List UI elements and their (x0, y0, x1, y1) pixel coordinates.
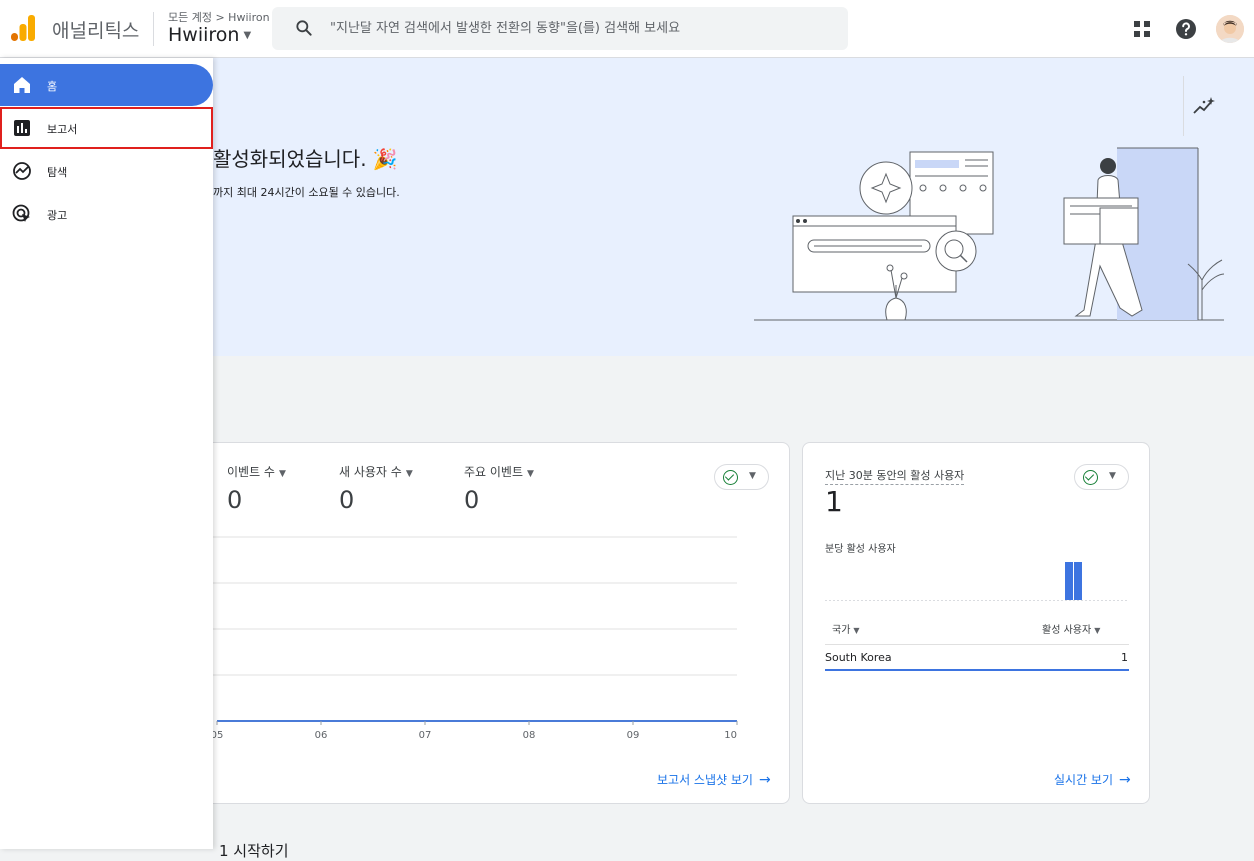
breadcrumb[interactable]: 모든 계정 > Hwiiron (168, 9, 270, 25)
chevron-down-icon: ▼ (1094, 626, 1101, 635)
account-name: Hwiiron (168, 24, 240, 46)
realtime-title[interactable]: 지난 30분 동안의 활성 사용자 (825, 467, 965, 485)
welcome-illustration (754, 147, 1225, 321)
link-label: 보고서 스냅샷 보기 (657, 773, 753, 787)
banner-title: 활성화되었습니다. 🎉 (213, 143, 398, 172)
sidebar-item-explore[interactable]: 탐색 (0, 150, 213, 192)
metric-value: 0 (464, 486, 480, 514)
insights-button[interactable] (1183, 76, 1254, 136)
home-icon (14, 77, 30, 93)
user-avatar-icon (1216, 15, 1244, 43)
sidebar-item-label: 홈 (47, 80, 58, 93)
x-tick-label: 08 (523, 730, 536, 741)
sidebar: 홈 보고서 탐색 광고 (0, 58, 213, 849)
sidebar-item-label: 광고 (47, 209, 68, 222)
chevron-down-icon: ▼ (527, 469, 534, 479)
account-selector[interactable]: Hwiiron ▼ (168, 24, 251, 46)
search-icon (296, 20, 312, 36)
x-tick-label: 10 (724, 730, 737, 741)
app-name: 애널리틱스 (52, 20, 140, 42)
metric-label: 이벤트 수 (227, 465, 275, 479)
table-divider (825, 644, 1129, 645)
search-input[interactable] (328, 7, 828, 50)
chevron-down-icon: ▼ (243, 30, 252, 41)
sidebar-item-advertising[interactable]: 광고 (0, 193, 213, 235)
chevron-down-icon: ▼ (278, 469, 286, 479)
x-tick-label: 06 (315, 730, 328, 741)
row-bar (825, 669, 1129, 671)
overview-card: 이벤트 수 ▼ 0 새 사용자 수 ▼ 0 주요 이벤트 ▼ 0 ▼ 05 06 07 08… (150, 442, 790, 804)
metric-label: 주요 이벤트 (464, 465, 524, 479)
per-minute-bar (1065, 562, 1073, 600)
chevron-down-icon: ▼ (1109, 471, 1116, 481)
link-label: 실시간 보기 (1054, 773, 1114, 787)
search-bar[interactable] (272, 7, 848, 50)
data-quality-chip[interactable]: ▼ (714, 464, 769, 490)
active-users-column-header[interactable]: 활성 사용자 ▼ (1042, 621, 1100, 636)
x-tick-label: 07 (419, 730, 432, 741)
country-column-header[interactable]: 국가 ▼ (832, 621, 860, 636)
party-emoji-icon: 🎉 (372, 147, 398, 171)
sidebar-item-reports[interactable]: 보고서 (0, 107, 213, 149)
metric-new-users[interactable]: 새 사용자 수 ▼ 0 (339, 463, 413, 514)
metric-event-count[interactable]: 이벤트 수 ▼ 0 (227, 463, 286, 514)
banner-title-text: 활성화되었습니다. (213, 147, 367, 171)
check-circle-icon (1083, 470, 1098, 485)
country-cell: South Korea (825, 651, 892, 664)
advertising-icon (12, 204, 30, 222)
chevron-down-icon: ▼ (853, 626, 860, 635)
chevron-down-icon: ▼ (405, 469, 413, 479)
x-tick-label: 09 (627, 730, 640, 741)
arrow-right-icon: → (758, 772, 771, 788)
view-realtime-link[interactable]: 실시간 보기 → (1054, 771, 1131, 788)
top-bar: 애널리틱스 모든 계정 > Hwiiron Hwiiron ▼ (0, 0, 1254, 58)
arrow-right-icon: → (1119, 772, 1131, 788)
metric-value: 0 (339, 486, 355, 514)
avatar[interactable] (1216, 15, 1244, 43)
sidebar-item-label: 보고서 (47, 123, 78, 136)
chevron-down-icon: ▼ (749, 471, 756, 481)
explore-icon (13, 162, 31, 180)
per-minute-label: 분당 활성 사용자 (825, 544, 896, 555)
metric-key-events[interactable]: 주요 이벤트 ▼ 0 (464, 463, 534, 514)
check-circle-icon (723, 470, 738, 485)
metric-value: 0 (227, 486, 243, 514)
per-minute-bar-chart (825, 562, 1129, 601)
realtime-value: 1 (825, 485, 843, 518)
apps-icon[interactable] (1130, 17, 1154, 41)
banner-subtitle: 까지 최대 24시간이 소요될 수 있습니다. (213, 186, 400, 199)
realtime-data-quality-chip[interactable]: ▼ (1074, 464, 1129, 490)
sidebar-item-home[interactable]: 홈 (0, 64, 213, 106)
view-report-snapshot-link[interactable]: 보고서 스냅샷 보기 → (657, 771, 771, 788)
analytics-logo-icon[interactable] (10, 14, 36, 42)
section-title: 1 시작하기 (219, 842, 289, 860)
overview-line-chart: 05 06 07 08 09 10 (211, 536, 738, 741)
help-icon[interactable] (1174, 17, 1198, 41)
sidebar-item-label: 탐색 (47, 166, 68, 179)
column-label: 국가 (832, 625, 851, 636)
realtime-card: 지난 30분 동안의 활성 사용자 ▼ 1 분당 활성 사용자 국가 ▼ 활성 사… (802, 442, 1150, 804)
header-divider (153, 12, 154, 46)
per-minute-bar (1074, 562, 1082, 600)
metric-label: 새 사용자 수 (339, 465, 402, 479)
column-label: 활성 사용자 (1042, 625, 1092, 636)
reports-icon (14, 120, 30, 136)
insights-sparkle-icon (1193, 97, 1215, 114)
users-cell: 1 (1121, 651, 1128, 664)
